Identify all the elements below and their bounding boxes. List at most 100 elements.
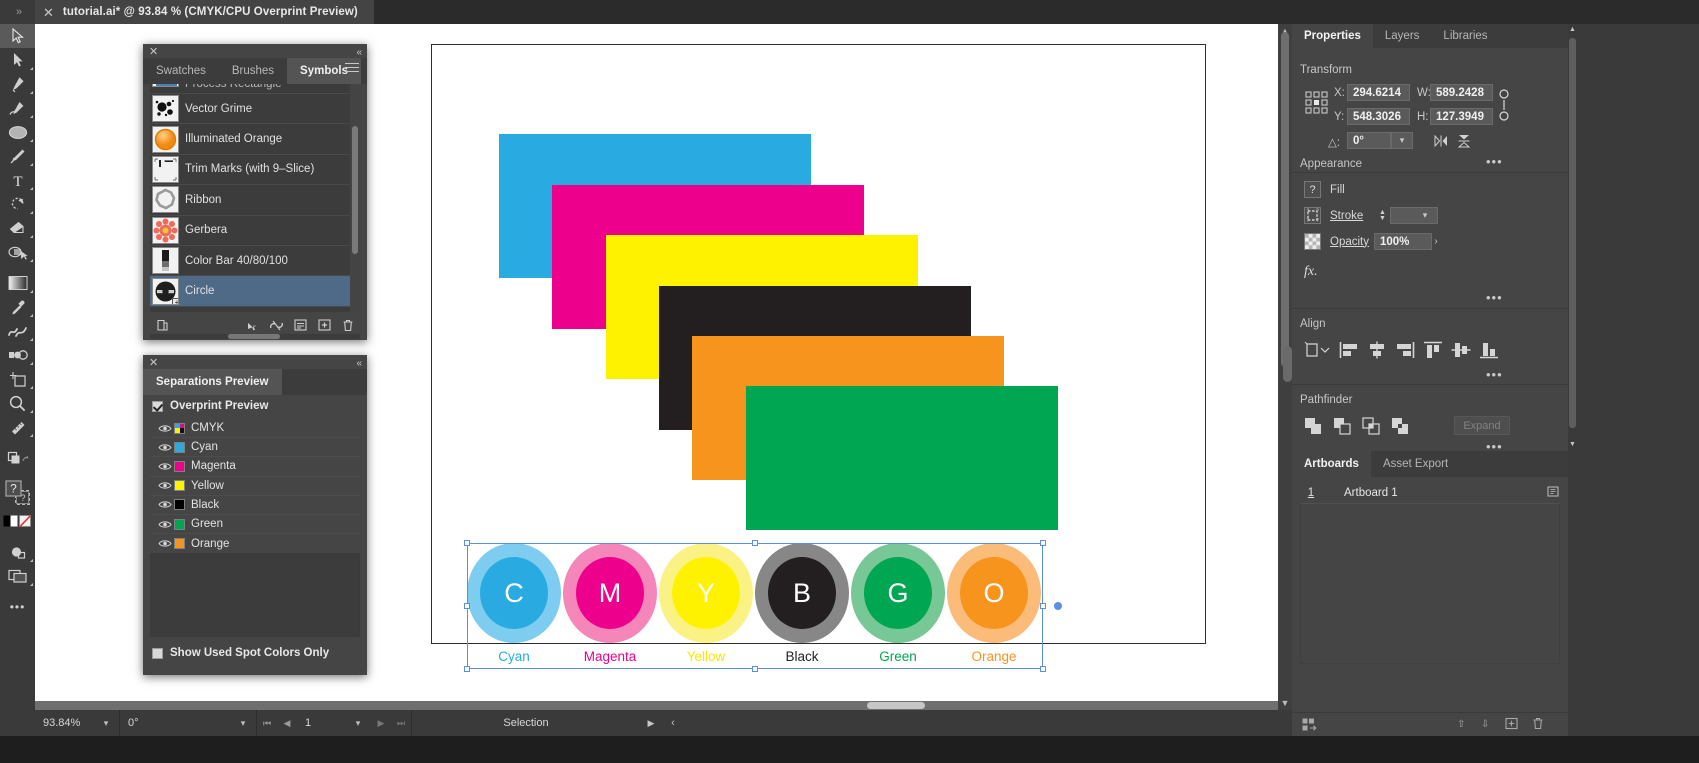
stroke-dropdown-button[interactable]: ▾ xyxy=(1414,207,1436,224)
pathfinder-exclude-button[interactable] xyxy=(1389,416,1411,436)
panel-menu-icon[interactable] xyxy=(345,63,359,73)
opacity-options-button[interactable]: › xyxy=(1428,233,1444,250)
artboard-dropdown-button[interactable]: ▾ xyxy=(345,710,371,736)
dock-scroll-thumb[interactable] xyxy=(1569,38,1576,428)
link-wh-button[interactable] xyxy=(1497,86,1511,124)
rotate-tool[interactable] xyxy=(0,192,35,216)
list-item[interactable]: Process Rectangle xyxy=(150,84,360,94)
ink-row-cmyk[interactable]: CMYK xyxy=(150,419,360,439)
artboards-list[interactable] xyxy=(1300,504,1560,664)
symbols-scroll-thumb[interactable] xyxy=(352,126,358,254)
selection-handle-top-right[interactable] xyxy=(1040,540,1046,546)
shape-builder-tool[interactable] xyxy=(0,240,35,264)
align-top-button[interactable] xyxy=(1421,340,1445,360)
paintbrush-tool[interactable] xyxy=(0,144,35,168)
scroll-down-arrow[interactable]: ▼ xyxy=(1278,696,1292,710)
move-down-artboard-button[interactable]: ⇩ xyxy=(1481,719,1489,730)
pen-tool[interactable] xyxy=(0,72,35,96)
ink-row-black[interactable]: Black xyxy=(150,496,360,515)
flip-vertical-button[interactable] xyxy=(1455,132,1473,149)
direct-selection-tool[interactable] xyxy=(0,48,35,72)
visibility-eye-icon[interactable] xyxy=(156,539,174,548)
opacity-field[interactable]: 100% xyxy=(1374,233,1432,250)
symbols-panel-hscroll-thumb[interactable] xyxy=(228,334,280,339)
tab-libraries[interactable]: Libraries xyxy=(1431,24,1499,48)
appearance-more-options-button[interactable]: ••• xyxy=(1486,291,1503,304)
ink-row-orange[interactable]: Orange xyxy=(150,534,360,553)
symbol-options-button[interactable] xyxy=(288,316,312,334)
ink-row-yellow[interactable]: Yellow xyxy=(150,477,360,496)
fill-swatch[interactable]: ? xyxy=(1304,181,1321,198)
artboard-row[interactable]: 1 Artboard 1 xyxy=(1300,483,1560,504)
symbols-panel-hscrollbar[interactable] xyxy=(150,334,360,339)
last-artboard-button[interactable]: ⏭ xyxy=(391,710,411,736)
ink-row-cyan[interactable]: Cyan xyxy=(150,438,360,458)
delete-artboard-button[interactable] xyxy=(1532,717,1544,733)
list-item[interactable]: Illuminated Orange xyxy=(150,124,360,155)
w-field[interactable]: 589.2428 xyxy=(1430,84,1493,101)
stepper-down-icon[interactable]: ▼ xyxy=(1379,215,1386,222)
overprint-preview-checkbox[interactable] xyxy=(152,400,163,412)
tab-asset-export[interactable]: Asset Export xyxy=(1371,451,1460,477)
selection-handle-bottom-center[interactable] xyxy=(752,666,758,672)
break-link-button[interactable] xyxy=(264,316,288,334)
pathfinder-intersect-button[interactable] xyxy=(1360,416,1382,436)
fx-button[interactable]: fx. xyxy=(1304,264,1318,280)
ink-row-green[interactable]: Green xyxy=(150,515,360,535)
list-item-selected[interactable]: + Circle xyxy=(150,276,360,307)
tab-swatches[interactable]: Swatches xyxy=(143,58,219,84)
artboards-panel[interactable]: Artboards Asset Export 1 Artboard 1 ⇧ ⇩ xyxy=(1292,451,1568,736)
eyedropper-tool[interactable] xyxy=(0,295,35,319)
symbols-list[interactable]: Process Rectangle Vector Grime Illuminat… xyxy=(150,84,360,312)
green-rectangle[interactable] xyxy=(746,386,1058,530)
overprint-preview-row[interactable]: Overprint Preview xyxy=(152,400,268,412)
properties-panel-scrollbar[interactable]: ▲ ▼ xyxy=(1568,24,1577,451)
zoom-dropdown-button[interactable]: ▾ xyxy=(93,710,119,736)
close-icon[interactable]: ✕ xyxy=(149,358,158,369)
symbols-list-scrollbar[interactable] xyxy=(350,84,360,312)
artboard-properties-icon[interactable] xyxy=(1547,485,1560,501)
edit-toolbar-button[interactable]: ••• xyxy=(0,595,35,619)
align-more-options-button[interactable]: ••• xyxy=(1486,368,1503,381)
stroke-label[interactable]: Stroke xyxy=(1330,210,1363,222)
show-spot-colors-row[interactable]: Show Used Spot Colors Only xyxy=(152,647,329,659)
symbol-libraries-button[interactable] xyxy=(150,316,174,334)
opacity-swatch[interactable] xyxy=(1304,233,1321,250)
tab-properties[interactable]: Properties xyxy=(1292,24,1373,48)
canvas-horizontal-scrollbar[interactable] xyxy=(35,701,1278,710)
selection-handle-bottom-right[interactable] xyxy=(1040,666,1046,672)
list-item[interactable]: Gerbera xyxy=(150,216,360,246)
delete-symbol-button[interactable] xyxy=(336,316,360,334)
tab-layers[interactable]: Layers xyxy=(1373,24,1432,48)
transform-more-options-button[interactable]: ••• xyxy=(1486,155,1503,168)
tab-separations-preview[interactable]: Separations Preview xyxy=(143,369,282,395)
close-icon[interactable]: ✕ xyxy=(149,47,158,58)
measure-tool[interactable] xyxy=(0,415,35,439)
properties-panel[interactable]: Properties Layers Libraries Transform X:… xyxy=(1292,24,1568,453)
selection-handle-top-left[interactable] xyxy=(464,540,470,546)
pathfinder-minus-front-button[interactable] xyxy=(1331,416,1353,436)
dock-scroll-down-arrow[interactable]: ▼ xyxy=(1568,440,1577,450)
collapse-icon[interactable]: « xyxy=(356,359,361,369)
artboard-tool[interactable] xyxy=(0,367,35,391)
first-artboard-button[interactable]: ⏮ xyxy=(257,710,277,736)
rotation-field[interactable]: 0° xyxy=(120,710,230,736)
visibility-eye-icon[interactable] xyxy=(156,443,174,452)
app-chevron-icon[interactable]: » xyxy=(4,2,34,22)
blend-tool[interactable] xyxy=(0,319,35,343)
selection-handle-middle-left[interactable] xyxy=(464,603,470,609)
tab-artboards[interactable]: Artboards xyxy=(1292,451,1371,477)
dock-scroll-up-arrow[interactable]: ▲ xyxy=(1568,25,1577,35)
selection-handle-top-center[interactable] xyxy=(752,540,758,546)
canvas-hscroll-thumb[interactable] xyxy=(867,702,925,709)
reference-point-selector[interactable] xyxy=(1304,90,1330,116)
align-right-button[interactable] xyxy=(1393,340,1417,360)
document-tab[interactable]: ✕ tutorial.ai* @ 93.84 % (CMYK/CPU Overp… xyxy=(35,0,374,24)
tab-brushes[interactable]: Brushes xyxy=(219,58,287,84)
close-icon[interactable]: ✕ xyxy=(43,6,54,19)
place-symbol-instance-button[interactable] xyxy=(240,316,264,334)
h-field[interactable]: 127.3949 xyxy=(1430,108,1493,125)
fill-stroke-control[interactable]: ? ? xyxy=(0,477,35,509)
dock-collapse-handle[interactable] xyxy=(1283,346,1292,382)
stroke-weight-stepper[interactable]: ▲ ▼ xyxy=(1375,207,1390,224)
